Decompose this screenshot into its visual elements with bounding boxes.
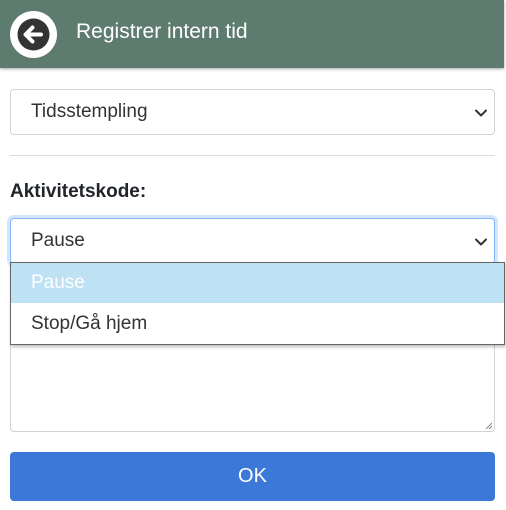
- mode-select-value: Tidsstempling: [31, 101, 148, 122]
- chevron-down-icon: [475, 109, 487, 117]
- activity-code-label: Aktivitetskode:: [10, 181, 147, 202]
- resize-handle-icon[interactable]: [485, 422, 492, 429]
- dropdown-option-stop[interactable]: Stop/Gå hjem: [11, 304, 504, 344]
- activity-code-dropdown: Pause Stop/Gå hjem: [10, 262, 505, 345]
- ok-button[interactable]: OK: [10, 452, 495, 501]
- dropdown-option-pause[interactable]: Pause: [11, 263, 504, 303]
- activity-code-value: Pause: [31, 230, 85, 251]
- activity-code-select[interactable]: Pause: [10, 218, 495, 264]
- mode-select[interactable]: Tidsstempling: [10, 89, 495, 135]
- back-button[interactable]: [10, 11, 57, 58]
- arrow-left-icon: [17, 18, 50, 51]
- app-header: Registrer intern tid: [0, 0, 504, 68]
- divider: [10, 155, 495, 156]
- page-title: Registrer intern tid: [76, 20, 248, 43]
- chevron-down-icon: [475, 238, 487, 246]
